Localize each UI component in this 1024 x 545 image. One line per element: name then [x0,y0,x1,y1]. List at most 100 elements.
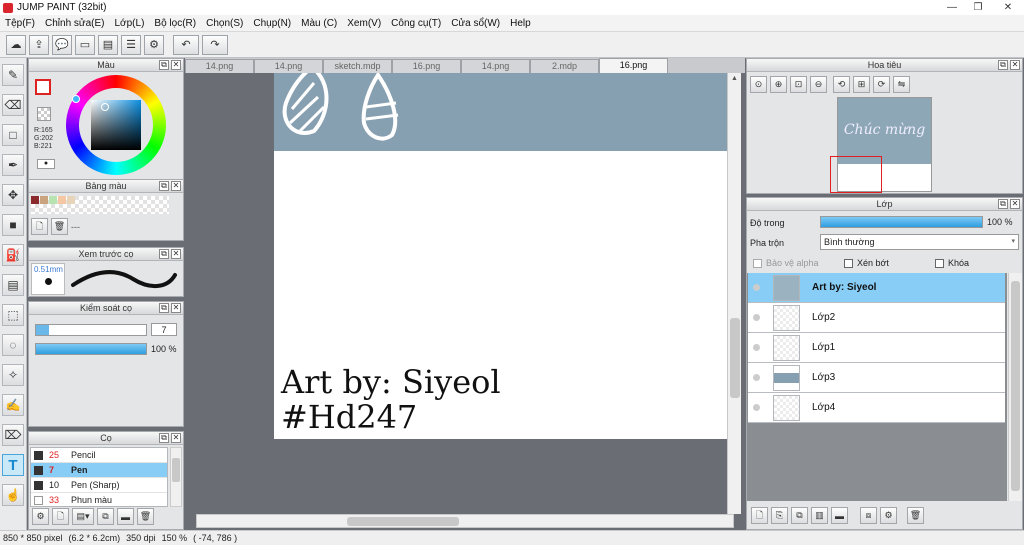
saturation-value-square[interactable] [91,100,141,150]
document-tab[interactable]: sketch.mdp [323,59,392,73]
gradient-tool[interactable]: ▤ [2,274,24,296]
visibility-icon[interactable] [753,284,760,291]
blend-mode-select[interactable]: Bình thường ▾ [820,234,1019,250]
brush-list-scrollbar[interactable] [170,447,182,507]
undock-icon[interactable]: ⧉ [159,303,169,313]
foreground-color-swatch[interactable] [35,79,51,95]
document-tab[interactable]: 14.png [254,59,323,73]
eraser-tool[interactable]: ⌫ [2,94,24,116]
delete-layer-icon[interactable]: 🗑 [907,507,924,524]
canvas-vertical-scrollbar[interactable]: ▲ [727,73,741,514]
brush-list-item[interactable]: 7 Pen [31,463,167,478]
brush-tool[interactable]: ✎ [2,64,24,86]
menu-item[interactable]: Xem(V) [342,18,386,29]
menu-item[interactable]: Công cụ(T) [386,18,446,29]
comment-button[interactable]: 💬 [52,34,72,55]
duplicate-layer-icon[interactable]: ⧉ [791,507,808,524]
doc-button[interactable]: ▤ [98,34,118,55]
text-tool[interactable]: T [2,454,24,476]
scroll-up-icon[interactable]: ▲ [731,75,738,82]
zoom-reset-button[interactable]: ⊙ [750,76,767,93]
undock-icon[interactable]: ⧉ [998,199,1008,209]
cloud-button[interactable]: ☁ [6,34,26,55]
brush-menu-icon[interactable]: ▤▾ [72,508,94,525]
visibility-icon[interactable] [753,344,760,351]
copy-brush-icon[interactable]: ⧉ [97,508,114,525]
magic-wand-tool[interactable]: ✧ [2,364,24,386]
export-button[interactable]: ⇪ [29,34,49,55]
clip-checkbox[interactable]: Xén bớt [844,258,889,269]
brush-list-item[interactable]: 10 Pen (Sharp) [31,478,167,493]
zoom-in-button[interactable]: ⊕ [770,76,787,93]
layer-row[interactable]: Lớp1 [748,333,1005,363]
hue-picker-cursor[interactable] [72,95,80,103]
undock-icon[interactable]: ⧉ [998,60,1008,70]
palette-swatch[interactable] [67,196,75,204]
canvas-horizontal-scrollbar[interactable] [196,514,734,528]
hand-tool[interactable]: ☝ [2,484,24,506]
settings-button[interactable]: ⚙ [144,34,164,55]
visibility-icon[interactable] [753,374,760,381]
minimize-button[interactable]: — [940,0,964,14]
doc-list-button[interactable]: ☰ [121,34,141,55]
color-picker-cursor[interactable] [101,103,109,111]
document-tab[interactable]: 16.png [392,59,461,73]
navigator-thumbnail[interactable]: Chúc mừng [830,97,932,193]
rotate-right-button[interactable]: ⟳ [873,76,890,93]
transparent-swatch[interactable] [37,107,51,121]
select-pen-tool[interactable]: ✍ [2,394,24,416]
viewport-indicator[interactable] [830,156,882,193]
document-tab[interactable]: 14.png [461,59,530,73]
visibility-icon[interactable] [753,404,760,411]
close-button[interactable]: ✕ [994,0,1022,14]
new-palette-icon[interactable]: 🗋 [31,218,48,235]
flip-button[interactable]: ⇋ [893,76,910,93]
brush-opacity-slider[interactable] [35,343,147,355]
zoom-out-button[interactable]: ⊖ [810,76,827,93]
layer-mask-icon[interactable]: ▥ [811,507,828,524]
close-panel-icon[interactable]: ✕ [171,181,181,191]
close-panel-icon[interactable]: ✕ [171,249,181,259]
layer-folder-icon[interactable]: ▬ [831,507,848,524]
fit-button[interactable]: ⊡ [790,76,807,93]
layer-row[interactable]: Lớp2 [748,303,1005,333]
document-canvas[interactable]: Art by: Siyeol #Hd247 [274,73,727,439]
close-panel-icon[interactable]: ✕ [171,433,181,443]
fill-rect-tool[interactable]: ■ [2,214,24,236]
undo-button[interactable]: ↶ [173,34,199,55]
palette-swatch[interactable] [40,196,48,204]
layer-row[interactable]: Lớp3 [748,363,1005,393]
eyedropper-icon[interactable]: ● [37,159,55,169]
rotate-left-button[interactable]: ⟲ [833,76,850,93]
protect-alpha-checkbox[interactable]: Bảo vệ alpha [753,258,819,269]
menu-item[interactable]: Chọn(S) [201,18,248,29]
close-panel-icon[interactable]: ✕ [171,60,181,70]
document-tab[interactable]: 2.mdp [530,59,599,73]
undock-icon[interactable]: ⧉ [159,60,169,70]
fit-window-button[interactable]: ⊞ [853,76,870,93]
close-panel-icon[interactable]: ✕ [1010,199,1020,209]
vertical-scroll-thumb[interactable] [730,318,740,398]
palette-swatch[interactable] [31,196,39,204]
menu-item[interactable]: Cửa sổ(W) [446,18,505,29]
horizontal-scroll-thumb[interactable] [347,517,459,526]
layer-scroll-thumb[interactable] [1011,281,1020,491]
close-panel-icon[interactable]: ✕ [171,303,181,313]
new-brush-icon[interactable]: 🗋 [52,508,69,525]
delete-brush-icon[interactable]: 🗑 [137,508,154,525]
menu-item[interactable]: Tệp(F) [0,18,40,29]
brush-list-item[interactable]: 33 Phun màu [31,493,167,508]
new-layer-from-icon[interactable]: ⎘ [771,507,788,524]
new-layer-icon[interactable]: 🗋 [751,507,768,524]
layer-list-scrollbar[interactable] [1008,273,1022,501]
redo-button[interactable]: ↷ [202,34,228,55]
document-tab[interactable]: 16.png [599,58,668,73]
lock-checkbox[interactable]: Khóa [935,258,969,269]
menu-item[interactable]: Help [505,18,536,29]
visibility-icon[interactable] [753,314,760,321]
menu-item[interactable]: Lớp(L) [110,18,150,29]
lasso-tool[interactable]: ◌ [2,334,24,356]
rectangle-tool[interactable]: □ [2,124,24,146]
menu-item[interactable]: Bộ lọc(R) [149,18,201,29]
select-rect-tool[interactable]: ⬚ [2,304,24,326]
